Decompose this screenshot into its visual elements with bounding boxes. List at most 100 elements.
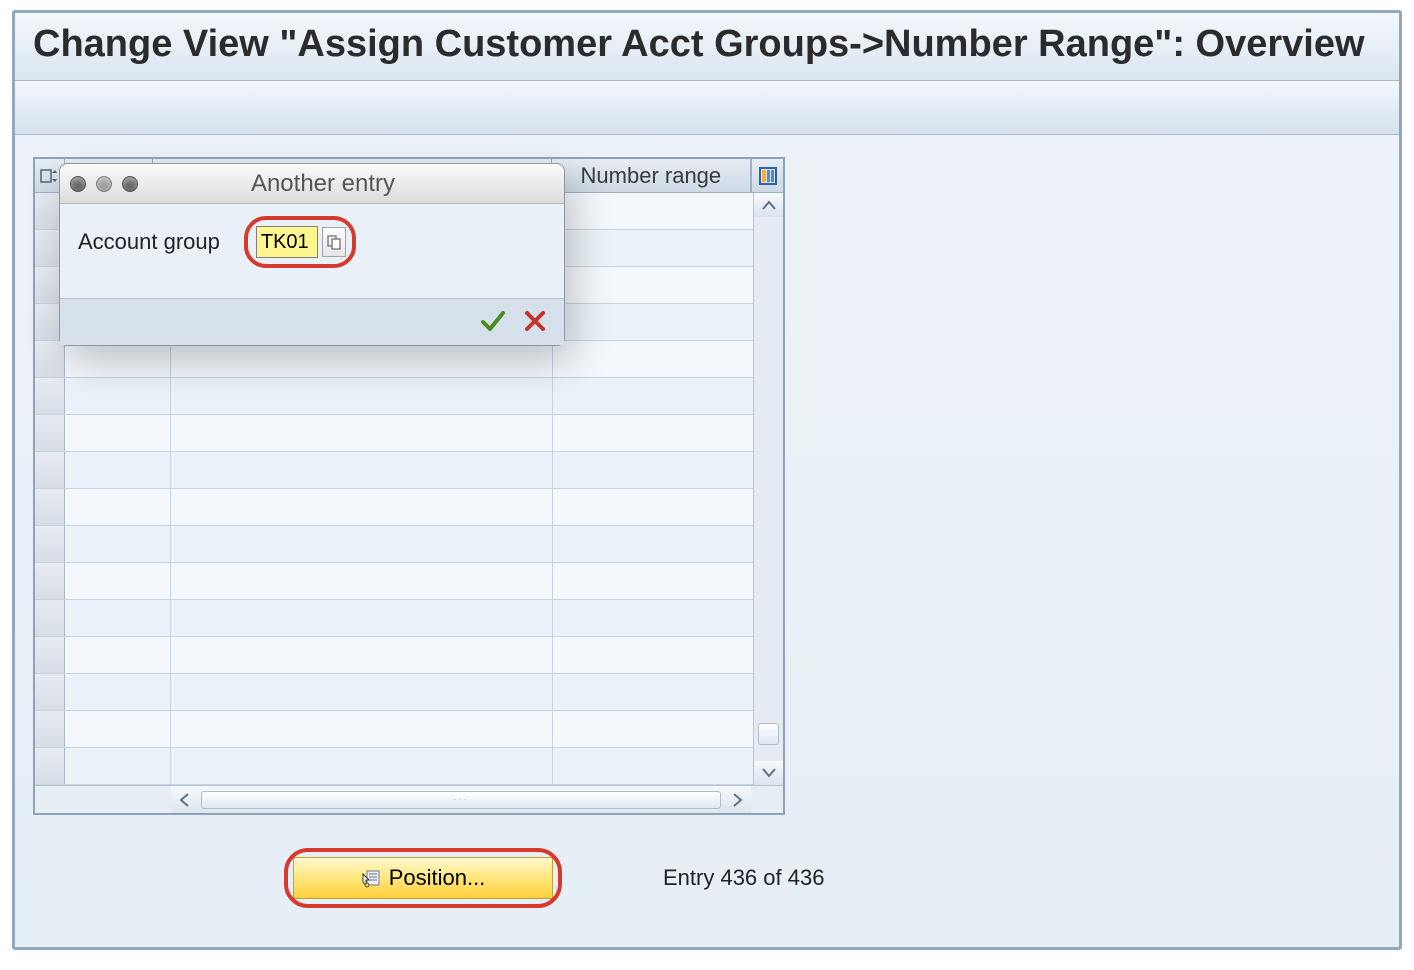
cell-number-range[interactable]: [553, 637, 753, 673]
row-selector[interactable]: [35, 452, 65, 488]
cell-group[interactable]: [65, 415, 171, 451]
cell-name[interactable]: [171, 341, 553, 377]
account-group-value-help[interactable]: [322, 227, 346, 257]
cell-number-range[interactable]: [553, 452, 753, 488]
column-header-number-range[interactable]: Number range: [552, 159, 751, 192]
position-button-label: Position...: [389, 865, 486, 891]
cell-number-range[interactable]: [553, 711, 753, 747]
account-group-input[interactable]: [256, 226, 318, 258]
cell-group[interactable]: [65, 341, 171, 377]
cell-number-range[interactable]: [553, 415, 753, 451]
cell-number-range[interactable]: [553, 267, 753, 303]
table-settings-corner[interactable]: [751, 159, 783, 192]
scroll-down-button[interactable]: [754, 761, 783, 785]
cell-group[interactable]: [65, 452, 171, 488]
chevron-down-icon: [762, 768, 776, 778]
cell-number-range[interactable]: [553, 600, 753, 636]
row-selector[interactable]: [35, 674, 65, 710]
table-row[interactable]: [35, 674, 753, 711]
row-selector[interactable]: [35, 526, 65, 562]
window-minimize-dot[interactable]: [96, 176, 112, 192]
cell-group[interactable]: [65, 378, 171, 414]
horizontal-scroll-thumb[interactable]: ···: [201, 791, 721, 809]
cell-name[interactable]: [171, 415, 553, 451]
table-row[interactable]: [35, 563, 753, 600]
table-row[interactable]: [35, 711, 753, 748]
cell-number-range[interactable]: [553, 674, 753, 710]
row-selector[interactable]: [35, 378, 65, 414]
cell-number-range[interactable]: [553, 304, 753, 340]
cell-name[interactable]: [171, 711, 553, 747]
table-row[interactable]: [35, 452, 753, 489]
cell-name[interactable]: [171, 748, 553, 784]
page-title: Change View "Assign Customer Acct Groups…: [15, 13, 1399, 81]
window-close-dot[interactable]: [70, 176, 86, 192]
window-zoom-dot[interactable]: [122, 176, 138, 192]
dialog-body: Account group: [60, 204, 564, 298]
column-header-number-range-label: Number range: [581, 163, 722, 189]
row-selector[interactable]: [35, 563, 65, 599]
row-selector[interactable]: [35, 489, 65, 525]
table-row[interactable]: [35, 378, 753, 415]
position-icon: [361, 868, 381, 888]
entry-status-text: Entry 436 of 436: [663, 865, 824, 891]
scroll-right-button[interactable]: [725, 787, 751, 813]
cell-number-range[interactable]: [553, 526, 753, 562]
account-group-label: Account group: [78, 229, 220, 255]
table-row[interactable]: [35, 489, 753, 526]
dialog-ok-button[interactable]: [478, 307, 508, 335]
horizontal-scrollbar[interactable]: ···: [171, 786, 751, 813]
cell-group[interactable]: [65, 637, 171, 673]
cell-group[interactable]: [65, 563, 171, 599]
hscroll-left-spacer: [35, 786, 171, 813]
cell-group[interactable]: [65, 489, 171, 525]
cell-number-range[interactable]: [553, 341, 753, 377]
cell-number-range[interactable]: [553, 378, 753, 414]
position-button[interactable]: Position...: [293, 857, 553, 899]
horizontal-scrollbar-row: ···: [35, 785, 783, 813]
table-row[interactable]: [35, 415, 753, 452]
dialog-cancel-button[interactable]: [520, 307, 550, 335]
page-title-text: Change View "Assign Customer Acct Groups…: [33, 23, 1365, 65]
table-row[interactable]: [35, 637, 753, 674]
row-selector[interactable]: [35, 600, 65, 636]
vertical-scrollbar[interactable]: [753, 193, 783, 785]
dialog-titlebar[interactable]: Another entry: [60, 164, 564, 204]
table-row[interactable]: [35, 748, 753, 785]
cell-name[interactable]: [171, 637, 553, 673]
chevron-up-icon: [762, 200, 776, 210]
row-selector[interactable]: [35, 341, 65, 377]
table-row[interactable]: [35, 600, 753, 637]
cell-number-range[interactable]: [553, 748, 753, 784]
cell-name[interactable]: [171, 489, 553, 525]
row-selector[interactable]: [35, 637, 65, 673]
scroll-left-button[interactable]: [171, 787, 197, 813]
table-row[interactable]: [35, 341, 753, 378]
cell-number-range[interactable]: [553, 489, 753, 525]
table-row[interactable]: [35, 526, 753, 563]
cell-group[interactable]: [65, 526, 171, 562]
cancel-icon: [523, 309, 547, 333]
cell-number-range[interactable]: [553, 230, 753, 266]
cell-name[interactable]: [171, 452, 553, 488]
position-button-highlight: Position...: [293, 857, 553, 899]
footer-bar: Position... Entry 436 of 436: [293, 857, 1381, 899]
cell-name[interactable]: [171, 378, 553, 414]
cell-group[interactable]: [65, 600, 171, 636]
cell-name[interactable]: [171, 563, 553, 599]
cell-number-range[interactable]: [553, 193, 753, 229]
cell-group[interactable]: [65, 748, 171, 784]
cell-name[interactable]: [171, 526, 553, 562]
cell-group[interactable]: [65, 711, 171, 747]
chevron-right-icon: [733, 793, 743, 807]
row-selector[interactable]: [35, 748, 65, 784]
vertical-scroll-thumb[interactable]: [758, 723, 779, 745]
scroll-up-button[interactable]: [754, 193, 783, 217]
row-selector[interactable]: [35, 415, 65, 451]
cell-name[interactable]: [171, 674, 553, 710]
cell-name[interactable]: [171, 600, 553, 636]
chevron-left-icon: [179, 793, 189, 807]
cell-group[interactable]: [65, 674, 171, 710]
row-selector[interactable]: [35, 711, 65, 747]
cell-number-range[interactable]: [553, 563, 753, 599]
